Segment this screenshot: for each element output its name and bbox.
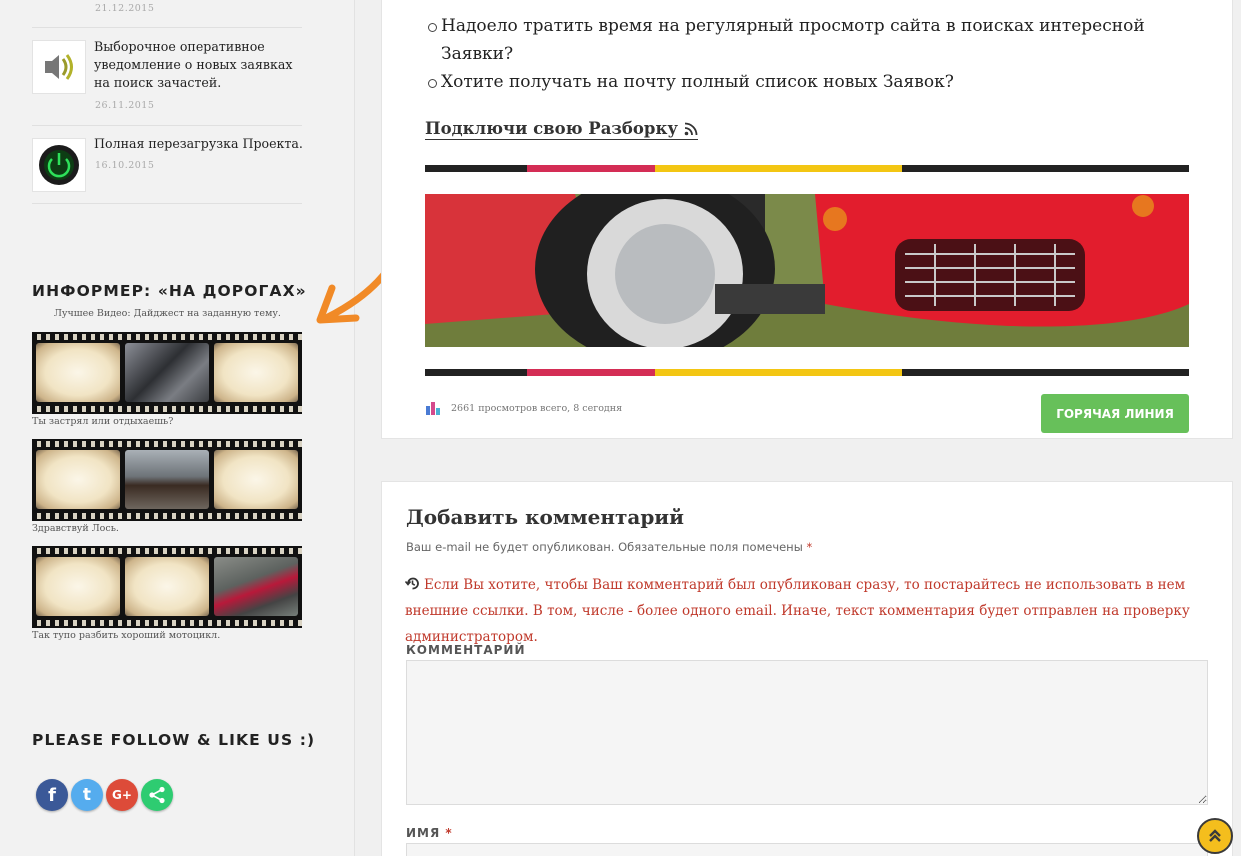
- informer-widget-title: ИНФОРМЕР: «НА ДОРОГАХ»: [32, 282, 307, 300]
- post-thumbnail[interactable]: [32, 40, 86, 94]
- facebook-button[interactable]: f: [36, 779, 68, 811]
- rss-icon: [684, 122, 698, 135]
- color-stripe-divider: [425, 165, 1189, 172]
- moderation-warning: Если Вы хотите, чтобы Ваш комментарий бы…: [404, 572, 1205, 650]
- form-notes: Ваш e-mail не будет опубликован. Обязате…: [406, 540, 812, 554]
- video-thumbnail[interactable]: [32, 546, 302, 628]
- share-button[interactable]: [141, 779, 173, 811]
- power-icon: [39, 145, 79, 185]
- form-notes-text: Ваш e-mail не будет опубликован. Обязате…: [406, 540, 803, 554]
- view-stats: 2661 просмотров всего, 8 сегодня: [425, 401, 622, 415]
- informer-subtitle: Лучшее Видео: Дайджест на заданную тему.: [54, 308, 281, 319]
- post-thumbnail[interactable]: [32, 138, 86, 192]
- list-item: Хотите получать на почту полный список н…: [428, 68, 1201, 96]
- color-stripe-divider: [425, 369, 1189, 376]
- recent-post-item[interactable]: Выборочное оперативное уведомление о нов…: [32, 28, 302, 126]
- google-plus-icon: G+: [112, 788, 132, 802]
- post-date: 26.11.2015: [95, 100, 155, 111]
- bar-chart-icon: [426, 402, 440, 415]
- video-caption[interactable]: Ты застрял или отдыхаешь?: [32, 416, 173, 427]
- bell-sound-icon: [45, 54, 73, 80]
- name-label-text: ИМЯ: [406, 826, 441, 840]
- name-input[interactable]: [406, 843, 1208, 856]
- share-icon: [149, 786, 165, 804]
- video-thumbnail[interactable]: [32, 332, 302, 414]
- video-thumbnail[interactable]: [32, 439, 302, 521]
- scroll-to-top-button[interactable]: [1197, 818, 1233, 854]
- facebook-icon: f: [48, 784, 56, 806]
- twitter-button[interactable]: t: [71, 779, 103, 811]
- required-mark: *: [445, 826, 453, 840]
- view-count: 2661 просмотров всего, 8 сегодня: [451, 402, 623, 414]
- video-caption[interactable]: Так тупо разбить хороший мотоцикл.: [32, 630, 220, 641]
- double-chevron-up-icon: [1209, 829, 1221, 842]
- moderation-warning-text: Если Вы хотите, чтобы Ваш комментарий бы…: [405, 577, 1190, 645]
- subscribe-link[interactable]: Подключи свою Разборку: [425, 119, 698, 140]
- list-item: Надоело тратить время на регулярный прос…: [428, 12, 1201, 68]
- post-date: 16.10.2015: [95, 160, 155, 171]
- sidebar: 21.12.2015 Выборочное оперативное уведом…: [0, 0, 355, 856]
- post-title-link[interactable]: Полная перезагрузка Проекта.: [94, 135, 304, 153]
- twitter-icon: t: [82, 785, 92, 805]
- post-date: 21.12.2015: [95, 3, 155, 14]
- hotline-button[interactable]: ГОРЯЧАЯ ЛИНИЯ: [1041, 394, 1189, 433]
- recent-post-item[interactable]: Полная перезагрузка Проекта. 16.10.2015: [32, 126, 304, 204]
- subscribe-link-text: Подключи свою Разборку: [425, 119, 678, 138]
- name-label: ИМЯ *: [406, 826, 453, 840]
- history-icon: [404, 577, 419, 590]
- follow-widget-title: PLEASE FOLLOW & LIKE US :): [32, 731, 316, 749]
- video-caption[interactable]: Здравствуй Лось.: [32, 523, 119, 534]
- car-photo: [425, 194, 1189, 347]
- required-mark: *: [806, 540, 813, 554]
- comment-label: КОММЕНТАРИЙ: [406, 643, 526, 657]
- benefit-list: Надоело тратить время на регулярный прос…: [428, 12, 1201, 96]
- comment-textarea[interactable]: [406, 660, 1208, 805]
- recent-post-item[interactable]: 21.12.2015: [32, 0, 302, 28]
- comment-form-title: Добавить комментарий: [406, 505, 684, 529]
- google-plus-button[interactable]: G+: [106, 779, 138, 811]
- post-title-link[interactable]: Выборочное оперативное уведомление о нов…: [94, 38, 304, 92]
